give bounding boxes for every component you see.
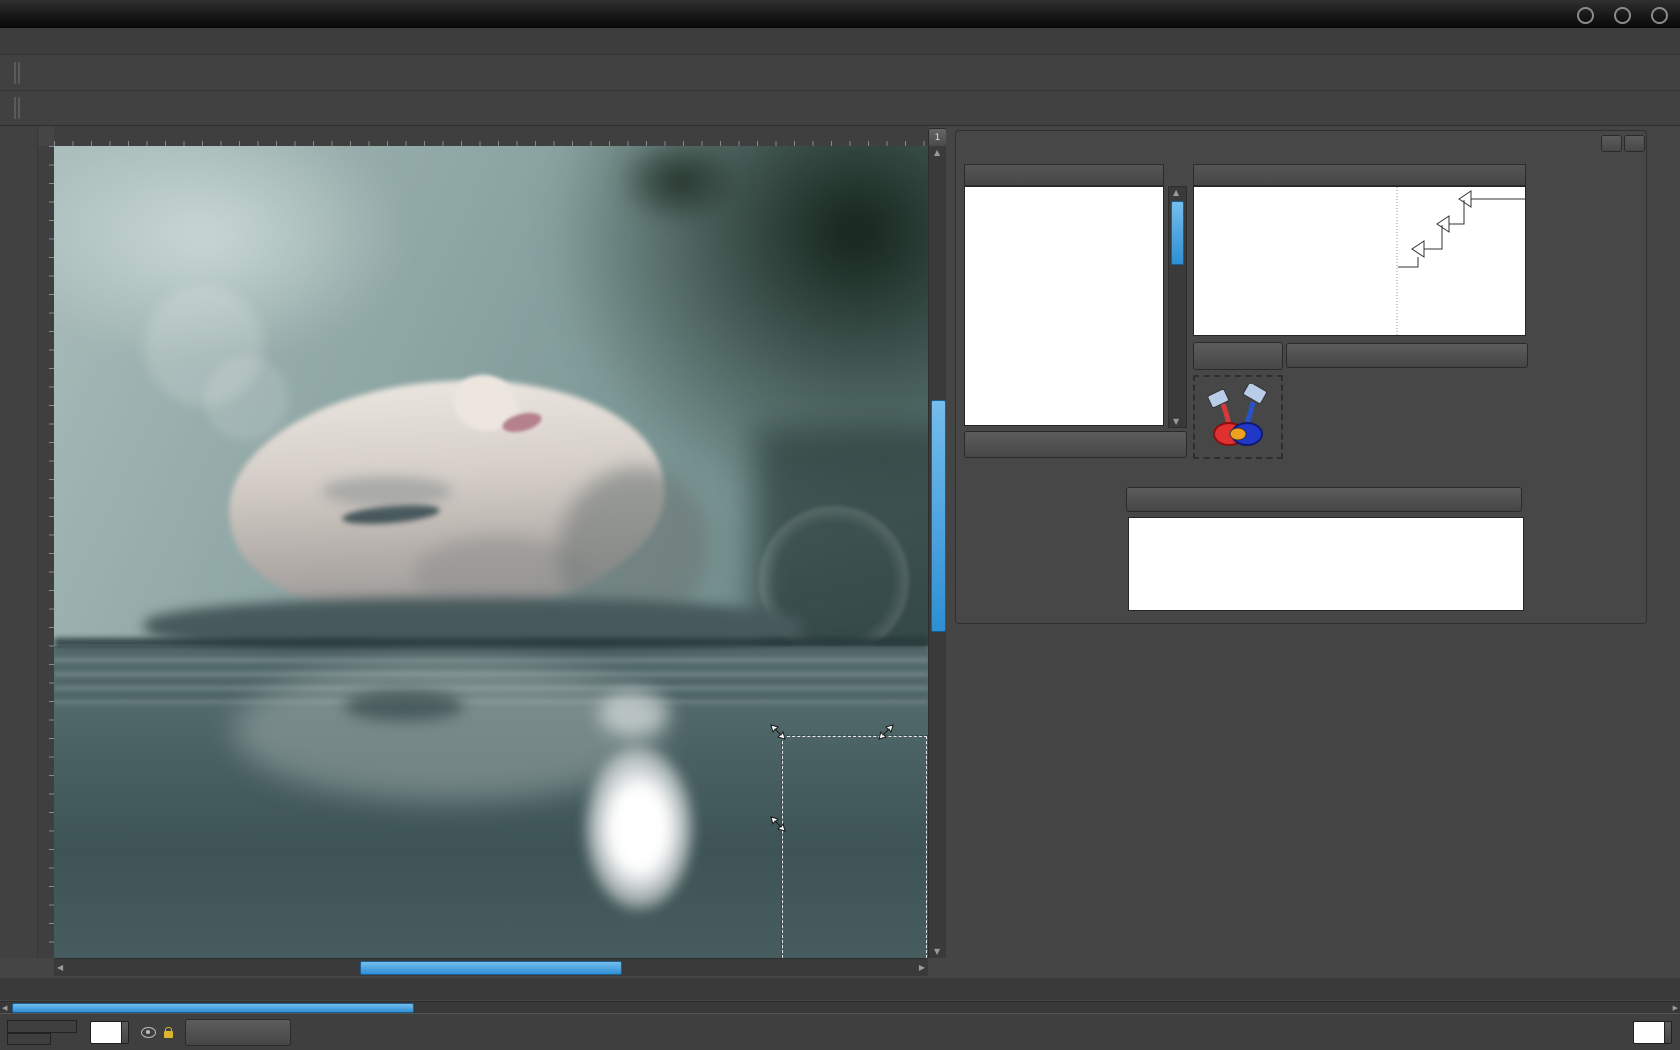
filter-scroll-thumb[interactable] <box>1171 201 1184 265</box>
inkscape-window: 1 ▲ ▼ <box>0 0 1680 1050</box>
panel-detach-button[interactable] <box>1601 135 1622 152</box>
scroll-up-arrow[interactable]: ▲ <box>934 148 940 157</box>
color-palette <box>0 978 1680 1000</box>
scroll-right-arrow[interactable]: ▶ <box>919 963 925 972</box>
window-controls <box>1577 7 1668 24</box>
feblend-description <box>1288 371 1526 467</box>
close-button[interactable] <box>1651 7 1668 24</box>
reflection-eye-shadow <box>344 691 464 721</box>
palette-scroll-left[interactable]: ◀ <box>2 1004 7 1012</box>
canvas-horizontal-scrollbar[interactable]: ◀ ▶ <box>54 958 928 976</box>
selection-marquee[interactable] <box>782 736 927 958</box>
zoom-spinbox[interactable] <box>1633 1021 1672 1044</box>
background-branch <box>614 146 744 226</box>
effect-list-header[interactable] <box>1193 164 1526 186</box>
color-matrix-values <box>1128 517 1524 611</box>
menubar <box>0 28 1680 55</box>
effect-list <box>1193 186 1526 336</box>
horizontal-ruler[interactable] <box>54 126 928 147</box>
fill-stroke-indicator[interactable] <box>3 1020 77 1045</box>
filter-scroll-down[interactable]: ▼ <box>1173 417 1179 426</box>
titlebar <box>0 0 1680 28</box>
filter-list <box>964 186 1164 426</box>
vertical-ruler[interactable] <box>38 146 55 958</box>
opacity-spinbox[interactable] <box>90 1021 129 1044</box>
filter-scroll-up[interactable]: ▲ <box>1173 188 1179 197</box>
toolbar-grip2[interactable] <box>14 97 21 119</box>
layer-visibility-icon[interactable] <box>141 1027 156 1038</box>
connection-input-columns <box>1528 186 1640 336</box>
layer-selector[interactable] <box>185 1019 291 1046</box>
fill-swatch[interactable] <box>7 1020 77 1033</box>
command-toolbar <box>0 55 1680 91</box>
canvas-vertical-scrollbar[interactable]: ▲ ▼ <box>928 146 947 958</box>
scale-handle-top-right[interactable] <box>876 722 896 742</box>
water-glow <box>584 746 694 911</box>
stroke-swatch[interactable] <box>7 1033 51 1045</box>
face-brow-shadow <box>322 476 452 506</box>
toolbox <box>0 126 38 958</box>
tool-options-toolbar <box>0 91 1680 126</box>
statusbar <box>0 1013 1680 1050</box>
add-effect-dropdown[interactable] <box>1286 343 1528 368</box>
scroll-left-arrow[interactable]: ◀ <box>57 963 63 972</box>
scale-handle-left[interactable] <box>768 814 788 834</box>
waterline-edge <box>54 638 928 648</box>
zoom-value <box>1634 1022 1664 1043</box>
maximize-button[interactable] <box>1614 7 1631 24</box>
palette-scroll-thumb[interactable] <box>12 1003 414 1013</box>
minimize-button[interactable] <box>1577 7 1594 24</box>
filter-list-scrollbar[interactable]: ▲ ▼ <box>1168 186 1187 428</box>
bokeh-circle-2 <box>204 356 289 441</box>
dock-area: ▲ ▼ <box>946 126 1680 977</box>
toolbar-grip[interactable] <box>14 62 21 84</box>
sticky-zoom-button[interactable]: 1 <box>928 128 947 147</box>
panel-close-button[interactable] <box>1624 135 1645 152</box>
new-filter-button[interactable] <box>964 431 1187 458</box>
horizontal-scroll-thumb[interactable] <box>360 961 622 975</box>
opacity-value <box>91 1022 121 1043</box>
connection-lines <box>1194 187 1526 336</box>
feblend-icon <box>1203 384 1273 450</box>
canvas[interactable] <box>54 146 928 958</box>
scale-handle-top-left[interactable] <box>768 722 788 742</box>
scroll-down-arrow[interactable]: ▼ <box>934 947 940 956</box>
layer-lock-icon[interactable] <box>164 1031 173 1038</box>
type-dropdown[interactable] <box>1126 487 1522 512</box>
vertical-scroll-thumb[interactable] <box>931 400 946 632</box>
palette-scroll-right[interactable]: ▶ <box>1673 1004 1678 1012</box>
feblend-preview <box>1193 375 1283 459</box>
zoom-spin-arrows[interactable] <box>1664 1022 1671 1043</box>
sticky-zoom-label: 1 <box>935 133 941 143</box>
filter-editor-panel: ▲ ▼ <box>955 130 1647 624</box>
opacity-spin-arrows[interactable] <box>121 1022 128 1043</box>
filter-list-header[interactable] <box>964 164 1164 186</box>
add-effect-label-button[interactable] <box>1193 342 1283 370</box>
water-glow-small <box>599 691 669 736</box>
